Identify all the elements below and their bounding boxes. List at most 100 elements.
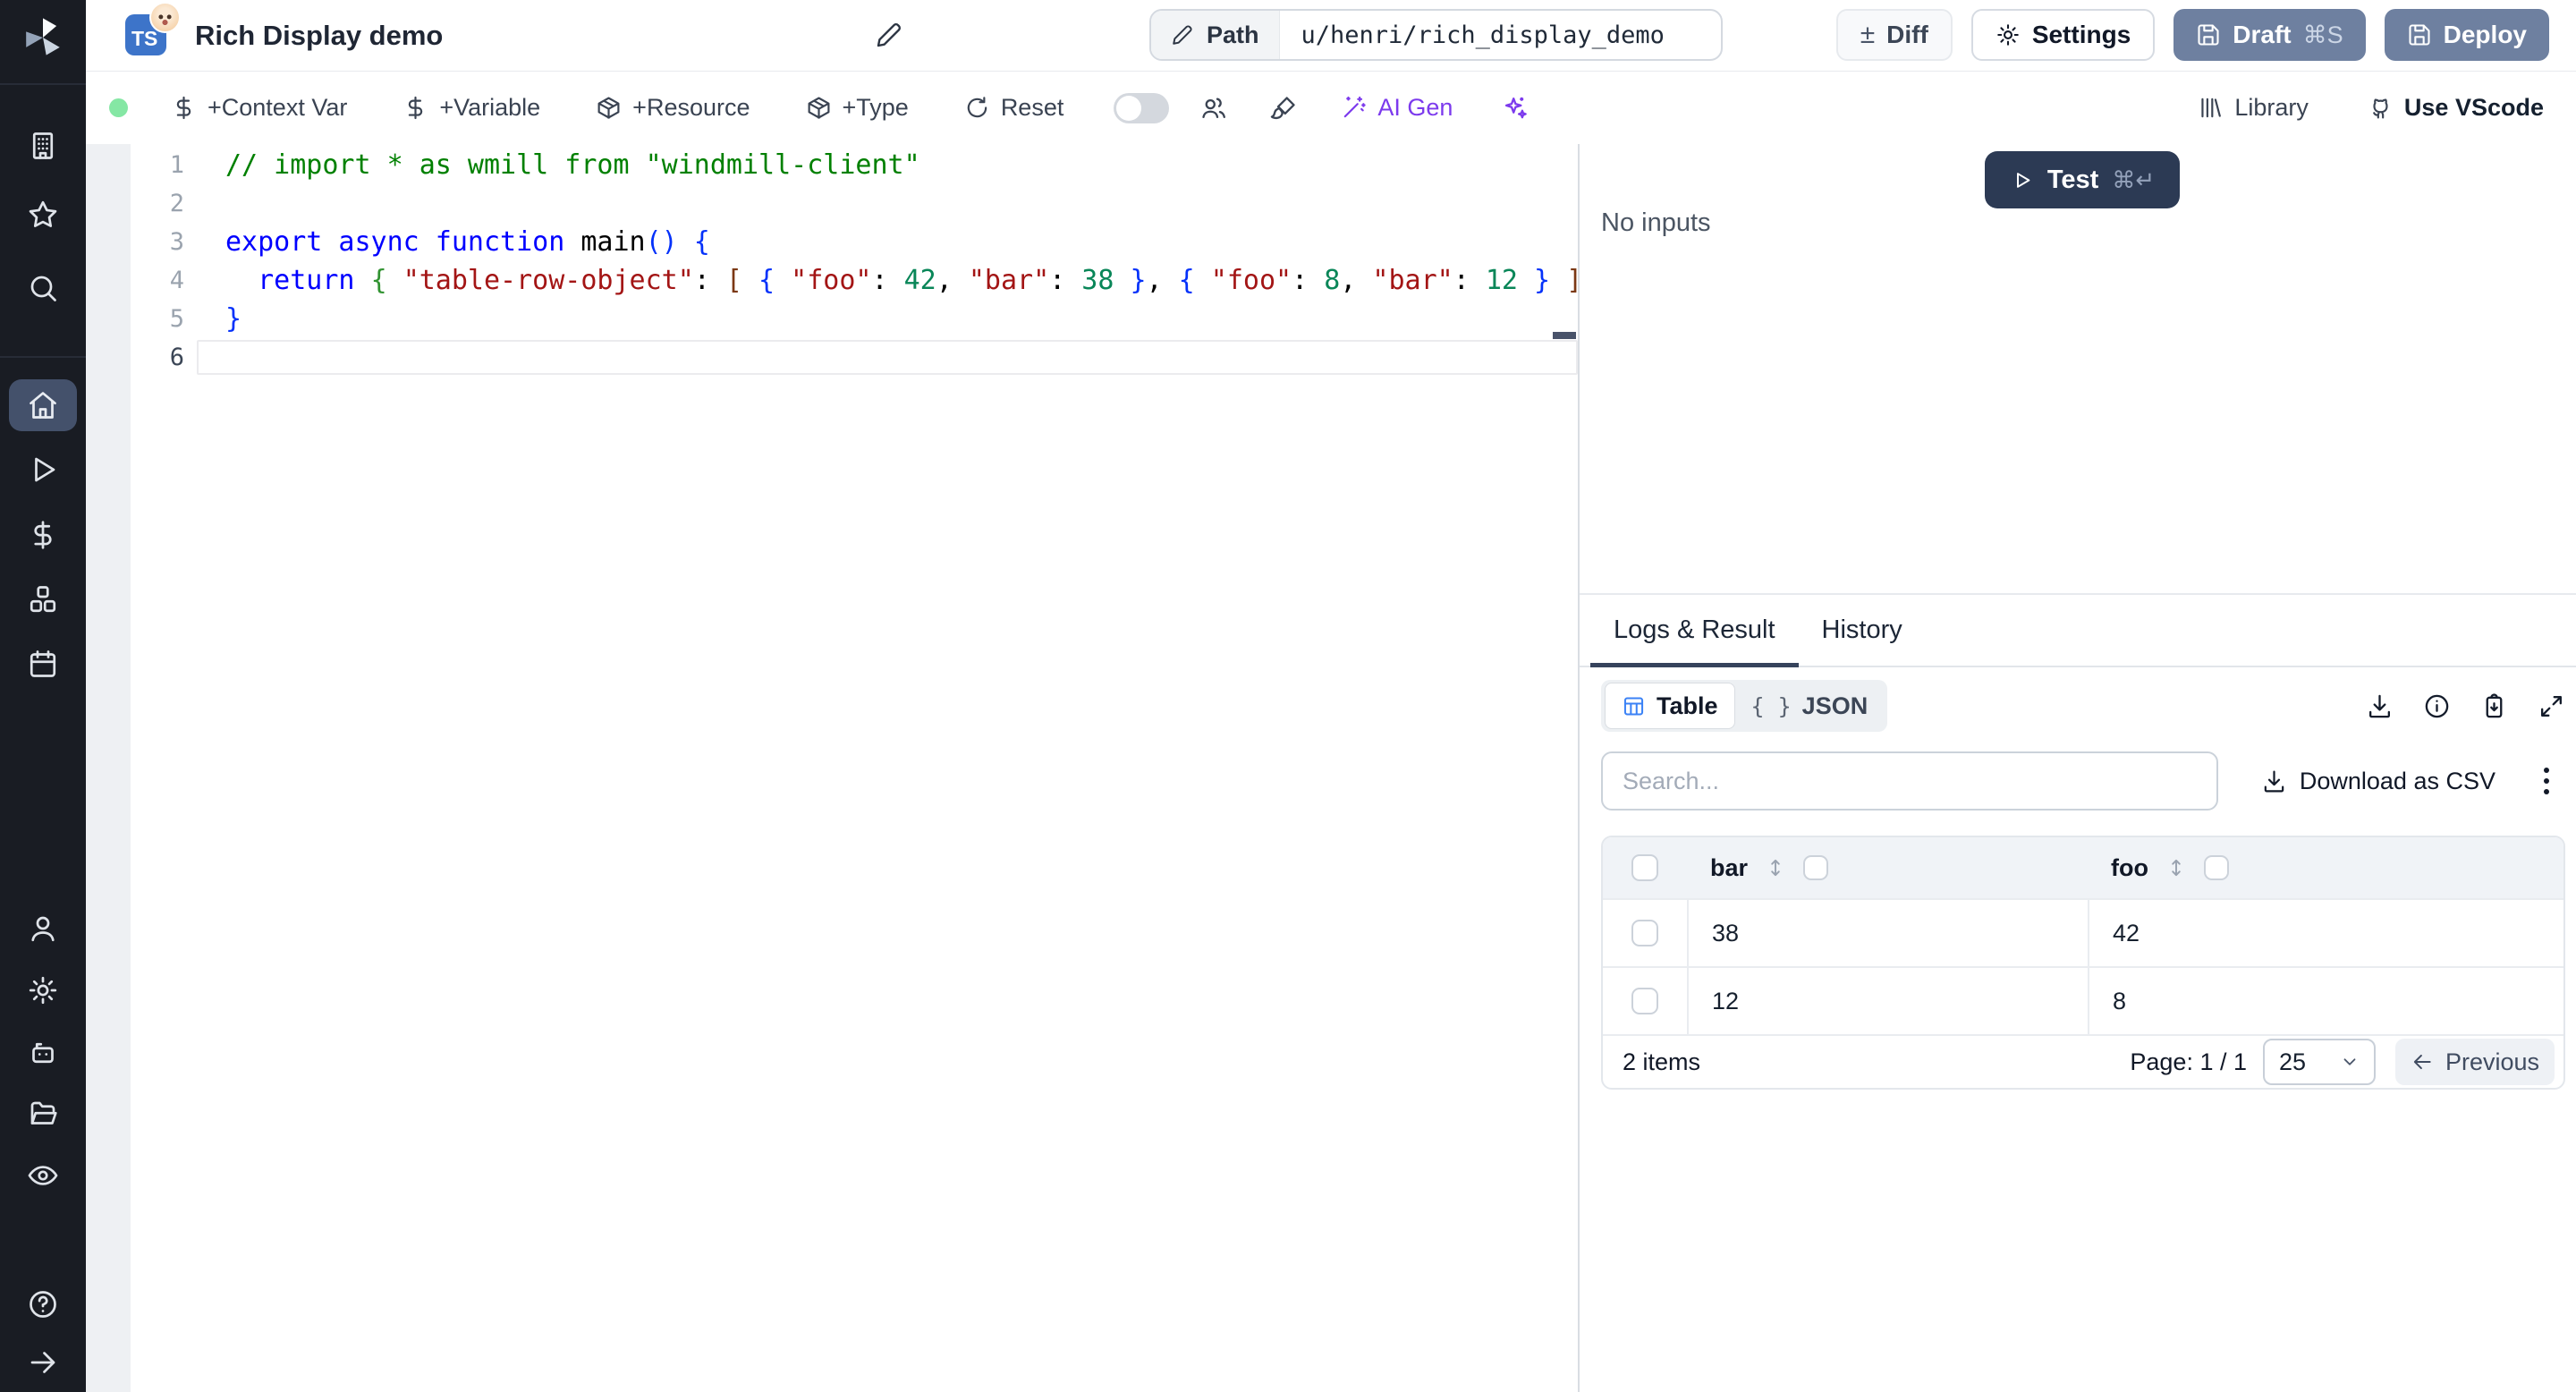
column-header-foo[interactable]: foo — [2111, 854, 2148, 882]
collapsed-panel-strip[interactable] — [86, 144, 131, 1392]
tab-logs-result[interactable]: Logs & Result — [1590, 595, 1799, 667]
expand-sidebar-arrow-icon[interactable] — [27, 1346, 59, 1379]
code-text[interactable]: return { "table-row-object": [ { "foo": … — [197, 263, 1578, 298]
diff-button[interactable]: ± Diff — [1835, 9, 1953, 61]
add-context-var-button[interactable]: +Context Var — [165, 93, 352, 123]
path-value[interactable]: u/henri/rich_display_demo — [1279, 11, 1686, 59]
line-number: 1 — [169, 151, 184, 179]
code-lines[interactable]: 1 // import * as wmill from "windmill-cli… — [131, 144, 1578, 377]
search-icon[interactable] — [27, 272, 59, 304]
page-indicator: Page: 1 / 1 — [2130, 1048, 2247, 1075]
expand-fullscreen-icon[interactable] — [2538, 692, 2565, 720]
workers-robot-icon[interactable] — [27, 1037, 59, 1069]
sort-icon[interactable] — [1764, 856, 1787, 879]
gear-icon — [1997, 24, 2019, 46]
line-number: 3 — [169, 228, 184, 256]
path-button[interactable]: Path — [1151, 11, 1280, 59]
info-icon[interactable] — [2423, 692, 2451, 720]
download-icon[interactable] — [2366, 692, 2394, 720]
package-icon — [808, 97, 829, 119]
code-text[interactable]: } — [197, 301, 1578, 336]
column-select-checkbox[interactable] — [2203, 855, 2229, 880]
code-text[interactable]: // import * as wmill from "windmill-clie… — [197, 148, 1578, 182]
sparkles-icon[interactable] — [1496, 93, 1534, 123]
schedules-calendar-icon[interactable] — [27, 648, 59, 680]
save-icon — [2198, 24, 2219, 46]
tab-history[interactable]: History — [1799, 595, 1926, 666]
path-control[interactable]: Path u/henri/rich_display_demo — [1149, 9, 1723, 61]
row-select-checkbox[interactable] — [1631, 988, 1658, 1014]
code-line[interactable]: 5} — [131, 300, 1578, 338]
cell-bar: 38 — [1687, 900, 2088, 966]
diff-mode-toggle[interactable] — [1114, 92, 1170, 123]
user-icon[interactable] — [27, 912, 59, 945]
code-line[interactable]: 1 // import * as wmill from "windmill-cli… — [131, 146, 1578, 184]
search-input[interactable] — [1601, 751, 2218, 811]
add-type-button[interactable]: +Type — [801, 93, 914, 123]
library-button[interactable]: Library — [2192, 93, 2314, 123]
magic-wand-icon — [1344, 96, 1367, 118]
deploy-button[interactable]: Deploy — [2384, 9, 2549, 61]
row-select-checkbox[interactable] — [1631, 920, 1658, 946]
test-shortcut: ⌘↵ — [2112, 166, 2156, 193]
view-table-segment[interactable]: Table — [1605, 683, 1735, 729]
titlebar: TS Rich Display demo Path u/henri/rich_d… — [86, 0, 2576, 72]
code-line[interactable]: 2 — [131, 184, 1578, 223]
no-inputs-text: No inputs — [1601, 208, 1711, 237]
windmill-logo-icon[interactable] — [20, 14, 66, 61]
settings-button[interactable]: Settings — [1970, 9, 2156, 61]
library-icon — [2201, 98, 2222, 118]
edit-title-pencil-icon[interactable] — [875, 21, 903, 49]
workspace-building-icon[interactable] — [27, 130, 59, 162]
sort-icon[interactable] — [2165, 856, 2188, 879]
column-select-checkbox[interactable] — [1803, 855, 1829, 880]
resources-cubes-icon[interactable] — [27, 583, 59, 615]
copy-result-clipboard-icon[interactable] — [2480, 692, 2508, 720]
workspace: 1 // import * as wmill from "windmill-cli… — [86, 144, 2576, 1392]
download-csv-button[interactable]: Download as CSV — [2256, 767, 2501, 796]
audit-eye-icon[interactable] — [27, 1159, 59, 1192]
items-count: 2 items — [1623, 1048, 1701, 1075]
code-text[interactable] — [197, 340, 1578, 375]
table-row[interactable]: 38 42 — [1603, 898, 2563, 966]
home-icon[interactable] — [27, 389, 59, 421]
favorites-star-icon[interactable] — [27, 199, 59, 231]
reset-button[interactable]: Reset — [959, 93, 1070, 123]
pencil-icon — [1173, 25, 1192, 45]
view-json-segment[interactable]: { } JSON — [1735, 683, 1885, 728]
code-text[interactable]: export async function main() { — [197, 225, 1578, 259]
draft-label: Draft — [2233, 21, 2292, 48]
add-context-var-label: +Context Var — [208, 94, 348, 121]
page-size-select[interactable]: 25 — [2263, 1039, 2376, 1085]
test-button[interactable]: Test ⌘↵ — [1985, 151, 2180, 208]
draft-button[interactable]: Draft ⌘S — [2174, 9, 2366, 61]
library-label: Library — [2234, 94, 2309, 121]
select-all-checkbox[interactable] — [1631, 854, 1658, 881]
settings-gear-icon[interactable] — [27, 974, 59, 1006]
ai-gen-button[interactable]: AI Gen — [1335, 93, 1458, 123]
download-icon — [2264, 770, 2284, 792]
add-resource-button[interactable]: +Resource — [590, 93, 755, 123]
code-line[interactable]: 6 — [131, 338, 1578, 377]
folders-icon[interactable] — [27, 1098, 59, 1130]
collaborators-users-icon[interactable] — [1194, 93, 1233, 123]
draft-shortcut: ⌘S — [2302, 21, 2343, 48]
add-resource-label: +Resource — [632, 94, 750, 121]
variables-dollar-icon[interactable] — [27, 519, 59, 551]
previous-page-button[interactable]: Previous — [2395, 1039, 2555, 1085]
column-header-bar[interactable]: bar — [1710, 854, 1748, 882]
download-csv-label: Download as CSV — [2299, 767, 2496, 794]
code-line[interactable]: 4 return { "table-row-object": [ { "foo"… — [131, 261, 1578, 300]
code-editor[interactable]: 1 // import * as wmill from "windmill-cli… — [131, 144, 1578, 1392]
table-row[interactable]: 12 8 — [1603, 966, 2563, 1034]
plus-minus-icon: ± — [1860, 20, 1876, 49]
more-options-ellipsis-icon[interactable] — [2540, 764, 2553, 798]
code-line[interactable]: 3 export async function main() { — [131, 223, 1578, 261]
use-vscode-button[interactable]: Use VScode — [2362, 93, 2549, 123]
add-variable-button[interactable]: +Variable — [397, 93, 546, 123]
help-icon[interactable] — [27, 1288, 59, 1320]
table-header-row: bar foo — [1603, 837, 2563, 898]
code-text[interactable] — [197, 186, 1578, 221]
format-brush-icon[interactable] — [1265, 93, 1303, 123]
runs-play-icon[interactable] — [27, 454, 59, 486]
